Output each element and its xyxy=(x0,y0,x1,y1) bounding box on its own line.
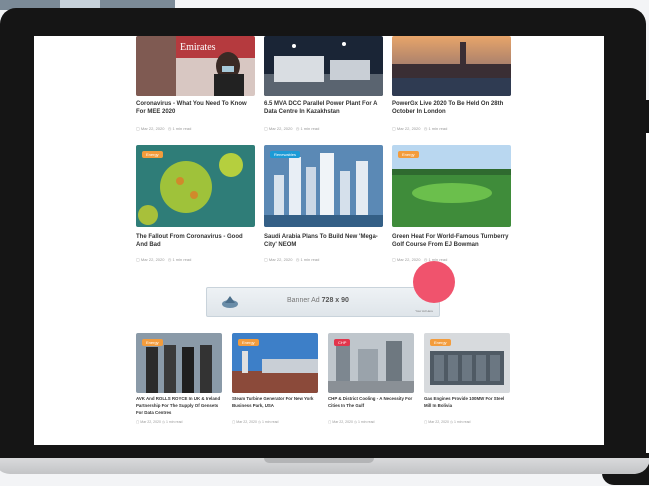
calendar-icon: ▢ xyxy=(264,257,268,262)
article-meta: ▢ Mar 22, 2020 ◷ 1 min read xyxy=(136,420,183,424)
banner-ad[interactable]: Banner Ad 728 x 90 Your Ad Here xyxy=(206,287,440,317)
article-meta: ▢ Mar 22, 2020 ◷ 1 min read xyxy=(424,420,471,424)
banner-text: Banner Ad xyxy=(287,297,320,304)
article-meta: ▢ Mar 22, 2020 ◷ 1 min read xyxy=(328,420,375,424)
calendar-icon: ▢ xyxy=(424,420,428,424)
london-image xyxy=(392,36,511,96)
article-card[interactable]: PowerGx Live 2020 To Be Held On 28th Oct… xyxy=(392,36,511,136)
article-date: Mar 22, 2020 xyxy=(396,257,421,262)
article-card[interactable]: Energy Green Heat For World-Famous Turnb… xyxy=(392,145,511,265)
article-card[interactable]: Energy AVK And ROLLS ROYCE In UK & Irela… xyxy=(136,333,222,433)
emirates-sign: Emirates xyxy=(180,42,216,53)
banner-size: 728 x 90 xyxy=(321,297,349,304)
article-card[interactable]: Emirates Coronavirus - What You Need To … xyxy=(136,36,255,136)
article-read-time: 1 min read xyxy=(172,126,192,131)
article-title[interactable]: 6.5 MVA DCC Parallel Power Plant For A D… xyxy=(264,100,383,116)
article-date: Mar 22, 2020 xyxy=(140,420,161,424)
calendar-icon: ▢ xyxy=(232,420,236,424)
article-date: Mar 22, 2020 xyxy=(332,420,353,424)
article-title[interactable]: Steam Turbine Generator For New York Bus… xyxy=(232,395,318,409)
category-badge[interactable]: Energy xyxy=(142,151,163,158)
article-title[interactable]: The Fallout From Coronavirus - Good And … xyxy=(136,233,255,249)
laptop-base-notch xyxy=(264,458,374,463)
laptop-screen: Emirates Coronavirus - What You Need To … xyxy=(34,36,604,445)
article-read-time: 1 min read xyxy=(300,257,320,262)
article-card[interactable]: Energy The Fallout From Coronavirus - Go… xyxy=(136,145,255,265)
article-meta: ▢ Mar 22, 2020 ◷ 1 min read xyxy=(136,257,191,262)
calendar-icon: ▢ xyxy=(392,257,396,262)
article-meta: ▢ Mar 22, 2020 ◷ 1 min read xyxy=(136,126,191,131)
article-read-time: 1 min read xyxy=(428,126,448,131)
category-badge[interactable]: Energy xyxy=(142,339,163,346)
article-date: Mar 22, 2020 xyxy=(236,420,257,424)
article-meta: ▢ Mar 22, 2020 ◷ 1 min read xyxy=(392,126,447,131)
article-thumbnail[interactable]: Energy xyxy=(136,333,222,393)
article-date: Mar 22, 2020 xyxy=(268,126,293,131)
category-badge[interactable]: Energy xyxy=(238,339,259,346)
article-title[interactable]: Gas Engines Provide 100MW For Steel Mill… xyxy=(424,395,510,409)
article-card[interactable]: Energy Steam Turbine Generator For New Y… xyxy=(232,333,318,433)
article-meta: ▢ Mar 22, 2020 ◷ 1 min read xyxy=(264,126,319,131)
article-date: Mar 22, 2020 xyxy=(396,126,421,131)
article-date: Mar 22, 2020 xyxy=(140,126,165,131)
category-badge[interactable]: Renewables xyxy=(270,151,301,158)
article-read-time: 1 min read xyxy=(300,126,320,131)
article-date: Mar 22, 2020 xyxy=(268,257,293,262)
clock-icon: ◷ xyxy=(161,420,165,424)
clock-icon: ◷ xyxy=(353,420,357,424)
article-title[interactable]: PowerGx Live 2020 To Be Held On 28th Oct… xyxy=(392,100,511,116)
coronavirus-image: Emirates xyxy=(136,36,255,96)
article-thumbnail[interactable]: Renewables xyxy=(264,145,383,227)
power-plant-image xyxy=(264,36,383,96)
calendar-icon: ▢ xyxy=(136,257,140,262)
category-badge[interactable]: Energy xyxy=(398,151,419,158)
article-date: Mar 22, 2020 xyxy=(428,420,449,424)
calendar-icon: ▢ xyxy=(392,126,396,131)
calendar-icon: ▢ xyxy=(136,126,140,131)
article-thumbnail[interactable]: CHP xyxy=(328,333,414,393)
article-read-time: 1 min read xyxy=(453,420,471,424)
article-read-time: 1 min read xyxy=(165,420,183,424)
banner-small-text: Your Ad Here xyxy=(415,309,433,313)
laptop-device: Emirates Coronavirus - What You Need To … xyxy=(0,8,646,464)
laptop-base xyxy=(0,458,649,474)
article-read-time: 1 min read xyxy=(357,420,375,424)
clock-icon: ◷ xyxy=(295,257,300,262)
article-card[interactable]: 6.5 MVA DCC Parallel Power Plant For A D… xyxy=(264,36,383,136)
clock-icon: ◷ xyxy=(295,126,300,131)
article-thumbnail[interactable]: Energy xyxy=(136,145,255,227)
category-badge[interactable]: Energy xyxy=(430,339,451,346)
banner-logo-icon xyxy=(222,296,238,308)
clock-icon: ◷ xyxy=(167,257,172,262)
calendar-icon: ▢ xyxy=(328,420,332,424)
article-read-time: 1 min read xyxy=(261,420,279,424)
banner-label: Banner Ad 728 x 90 xyxy=(287,297,349,304)
article-thumbnail[interactable] xyxy=(392,36,511,96)
calendar-icon: ▢ xyxy=(136,420,140,424)
article-meta: ▢ Mar 22, 2020 ◷ 1 min read xyxy=(264,257,319,262)
clock-icon: ◷ xyxy=(257,420,261,424)
article-title[interactable]: CHP & District Cooling - A Necessity For… xyxy=(328,395,414,409)
article-card[interactable]: CHP CHP & District Cooling - A Necessity… xyxy=(328,333,414,433)
article-thumbnail[interactable]: Energy xyxy=(392,145,511,227)
article-title[interactable]: AVK And ROLLS ROYCE In UK & Ireland Part… xyxy=(136,395,222,416)
article-meta: ▢ Mar 22, 2020 ◷ 1 min read xyxy=(232,420,279,424)
calendar-icon: ▢ xyxy=(264,126,268,131)
article-title[interactable]: Saudi Arabia Plans To Build New 'Mega-Ci… xyxy=(264,233,383,249)
category-badge[interactable]: CHP xyxy=(334,339,351,346)
clock-icon: ◷ xyxy=(167,126,172,131)
article-thumbnail[interactable]: Energy xyxy=(424,333,510,393)
article-title[interactable]: Green Heat For World-Famous Turnberry Go… xyxy=(392,233,511,249)
clock-icon: ◷ xyxy=(449,420,453,424)
pink-cursor-dot xyxy=(413,261,455,303)
article-thumbnail[interactable] xyxy=(264,36,383,96)
article-thumbnail[interactable]: Energy xyxy=(232,333,318,393)
article-date: Mar 22, 2020 xyxy=(140,257,165,262)
article-thumbnail[interactable]: Emirates xyxy=(136,36,255,96)
article-card[interactable]: Renewables Saudi Arabia Plans To Build N… xyxy=(264,145,383,265)
article-read-time: 1 min read xyxy=(172,257,192,262)
article-card[interactable]: Energy Gas Engines Provide 100MW For Ste… xyxy=(424,333,510,433)
clock-icon: ◷ xyxy=(423,126,428,131)
article-title[interactable]: Coronavirus - What You Need To Know For … xyxy=(136,100,255,116)
